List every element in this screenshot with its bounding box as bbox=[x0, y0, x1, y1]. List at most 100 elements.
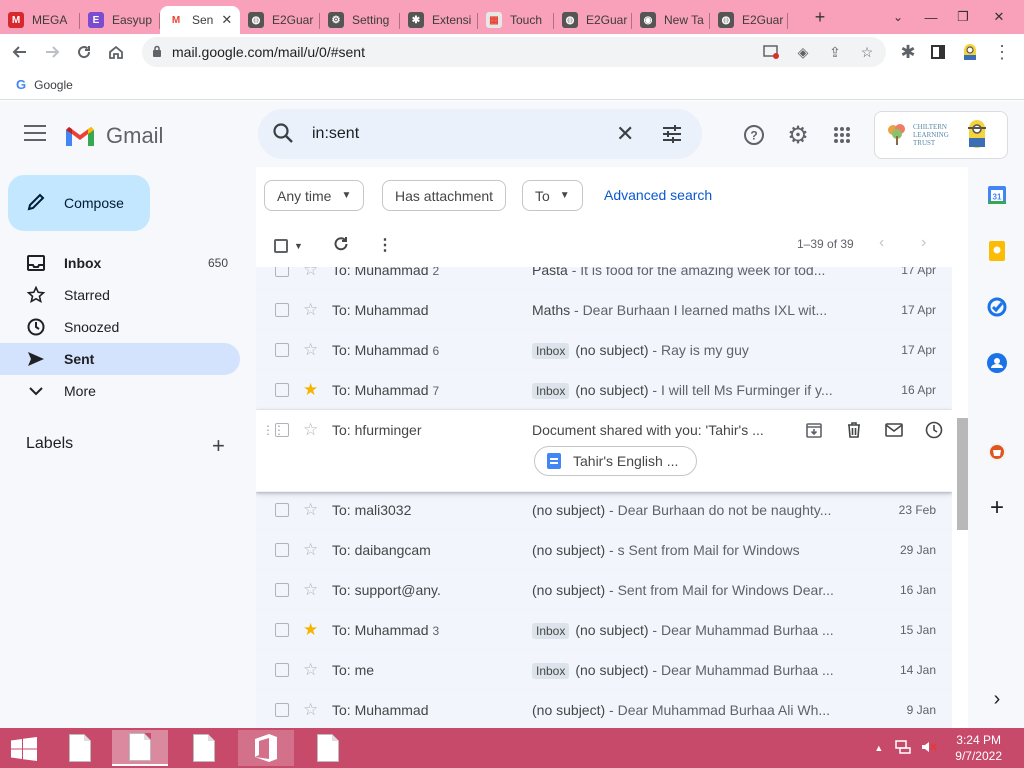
email-row[interactable]: ☆ To: daibangcam (no subject) - s Sent fro… bbox=[256, 530, 952, 570]
popup-blocked-icon[interactable] bbox=[760, 41, 782, 63]
email-row[interactable]: ☆ To: me Inbox (no subject) - Dear Muhammad… bbox=[256, 650, 952, 690]
email-row[interactable]: ☆ To: Muhammad Maths - Dear Burhaan I lear… bbox=[256, 290, 952, 330]
row-checkbox[interactable] bbox=[275, 383, 289, 397]
row-checkbox[interactable] bbox=[275, 583, 289, 597]
advanced-search-link[interactable]: Advanced search bbox=[604, 187, 712, 203]
browser-tab[interactable]: ◍ E2Guar bbox=[554, 6, 632, 34]
star-toggle-icon[interactable]: ★ bbox=[303, 380, 318, 400]
apps-grid-icon[interactable] bbox=[830, 123, 854, 147]
browser-tab[interactable]: ◍ E2Guar bbox=[710, 6, 788, 34]
row-checkbox[interactable] bbox=[275, 343, 289, 357]
bookmark-google[interactable]: Google bbox=[34, 78, 73, 92]
inbox-label-badge[interactable]: Inbox bbox=[532, 623, 570, 639]
expand-panel-icon[interactable]: › bbox=[987, 688, 1007, 710]
profile-avatar[interactable] bbox=[954, 36, 986, 68]
row-checkbox[interactable] bbox=[275, 663, 289, 677]
side-panel-icon[interactable] bbox=[922, 36, 954, 68]
taskbar-document-app[interactable] bbox=[300, 730, 356, 766]
star-toggle-icon[interactable]: ☆ bbox=[303, 340, 318, 360]
home-icon[interactable] bbox=[100, 36, 132, 68]
browser-tab[interactable]: ▦ Touch bbox=[478, 6, 554, 34]
compose-button[interactable]: Compose bbox=[8, 175, 150, 231]
star-toggle-icon[interactable]: ☆ bbox=[303, 700, 318, 720]
star-toggle-icon[interactable]: ☆ bbox=[303, 420, 318, 440]
star-toggle-icon[interactable]: ☆ bbox=[303, 660, 318, 680]
add-icon[interactable]: + bbox=[987, 494, 1007, 521]
search-options-icon[interactable] bbox=[662, 125, 682, 146]
nav-item-more[interactable]: More bbox=[0, 375, 240, 407]
nav-item-starred[interactable]: Starred bbox=[0, 279, 240, 311]
select-dropdown-icon[interactable]: ▼ bbox=[294, 241, 303, 251]
close-window-icon[interactable]: ✕ bbox=[982, 0, 1016, 34]
clear-search-icon[interactable]: ✕ bbox=[616, 121, 634, 147]
share-icon[interactable]: ⇪ bbox=[824, 41, 846, 63]
gmail-logo[interactable]: Gmail bbox=[64, 123, 163, 149]
account-badge[interactable]: CHILTERN LEARNING TRUST bbox=[874, 111, 1008, 159]
email-row[interactable]: ☆ To: support@any. (no subject) - Sent fro… bbox=[256, 570, 952, 610]
support-icon[interactable]: ? bbox=[742, 123, 766, 147]
attachment-chip[interactable]: Tahir's English ... bbox=[534, 446, 698, 476]
nav-item-snoozed[interactable]: Snoozed bbox=[0, 311, 240, 343]
calendar-icon[interactable]: 31 bbox=[987, 185, 1007, 205]
email-row[interactable]: ☆ To: Muhammad 2 Pasta - It is food for the… bbox=[256, 267, 952, 290]
windows-start-icon[interactable] bbox=[10, 737, 38, 761]
reload-icon[interactable] bbox=[68, 36, 100, 68]
inbox-label-badge[interactable]: Inbox bbox=[532, 383, 570, 399]
new-tab-button[interactable]: + bbox=[808, 5, 832, 29]
search-bar[interactable]: in:sent ✕ bbox=[258, 109, 702, 159]
nav-item-sent[interactable]: Sent bbox=[0, 343, 240, 375]
browser-tab[interactable]: M Sen ✕ bbox=[160, 6, 240, 34]
filter-to[interactable]: To ▼ bbox=[522, 180, 583, 211]
browser-menu-icon[interactable]: ⋮ bbox=[986, 36, 1018, 68]
browser-tab[interactable]: ◍ E2Guar bbox=[240, 6, 320, 34]
volume-muted-icon[interactable] bbox=[921, 740, 937, 757]
row-checkbox[interactable] bbox=[275, 423, 289, 437]
taskbar-document-app[interactable] bbox=[52, 730, 108, 766]
browser-tab[interactable]: ✱ Extensi bbox=[400, 6, 478, 34]
browser-tab[interactable]: ◉ New Ta bbox=[632, 6, 710, 34]
tab-search-icon[interactable]: ⌄ bbox=[886, 5, 910, 29]
snooze-icon[interactable] bbox=[924, 418, 944, 442]
row-checkbox[interactable] bbox=[275, 703, 289, 717]
minimize-icon[interactable]: — bbox=[914, 0, 948, 34]
filter-has-attachment[interactable]: Has attachment bbox=[382, 180, 507, 211]
extension-eye-icon[interactable]: ◈ bbox=[792, 41, 814, 63]
next-page-icon[interactable]: › bbox=[921, 234, 926, 252]
star-toggle-icon[interactable]: ★ bbox=[303, 620, 318, 640]
tasks-icon[interactable] bbox=[987, 297, 1007, 317]
close-tab-icon[interactable]: ✕ bbox=[221, 12, 232, 28]
clock[interactable]: 3:24 PM 9/7/2022 bbox=[955, 732, 1002, 764]
create-label-icon[interactable]: + bbox=[212, 433, 225, 459]
email-row[interactable]: ★ To: Muhammad 3 Inbox (no subject) - Dear M… bbox=[256, 610, 952, 650]
network-icon[interactable] bbox=[895, 739, 912, 757]
bookmark-star-icon[interactable]: ☆ bbox=[856, 41, 878, 63]
scrollbar-thumb[interactable] bbox=[957, 418, 968, 530]
browser-tab[interactable]: ⚙ Setting bbox=[320, 6, 400, 34]
star-toggle-icon[interactable]: ☆ bbox=[303, 267, 318, 280]
refresh-icon[interactable] bbox=[333, 236, 349, 252]
star-toggle-icon[interactable]: ☆ bbox=[303, 300, 318, 320]
archive-icon[interactable] bbox=[804, 418, 824, 442]
tray-chevron-up-icon[interactable]: ▲ bbox=[874, 743, 883, 753]
restore-icon[interactable]: ❐ bbox=[946, 0, 980, 34]
row-checkbox[interactable] bbox=[275, 503, 289, 517]
taskbar-document-app[interactable] bbox=[176, 730, 232, 766]
contacts-icon[interactable] bbox=[987, 353, 1007, 373]
settings-gear-icon[interactable]: ⚙ bbox=[786, 122, 810, 149]
address-bar[interactable]: mail.google.com/mail/u/0/#sent ◈ ⇪ ☆ bbox=[142, 37, 886, 67]
email-row[interactable]: ☆ To: mali3032 (no subject) - Dear Burhaan… bbox=[256, 490, 952, 530]
select-all-checkbox[interactable]: ▼ bbox=[274, 239, 303, 253]
back-icon[interactable] bbox=[4, 36, 36, 68]
extensions-puzzle-icon[interactable]: ✱ bbox=[892, 36, 924, 68]
search-input[interactable]: in:sent bbox=[312, 125, 359, 143]
star-toggle-icon[interactable]: ☆ bbox=[303, 540, 318, 560]
email-row[interactable]: ☆ To: Muhammad 6 Inbox (no subject) - Ray is… bbox=[256, 330, 952, 370]
row-checkbox[interactable] bbox=[275, 303, 289, 317]
row-checkbox[interactable] bbox=[275, 623, 289, 637]
nav-item-inbox[interactable]: Inbox 650 bbox=[0, 247, 240, 279]
main-menu-icon[interactable] bbox=[24, 125, 46, 141]
prev-page-icon[interactable]: ‹ bbox=[879, 234, 884, 252]
taskbar-office-app[interactable] bbox=[238, 730, 294, 766]
row-checkbox[interactable] bbox=[275, 543, 289, 557]
inbox-label-badge[interactable]: Inbox bbox=[532, 343, 570, 359]
